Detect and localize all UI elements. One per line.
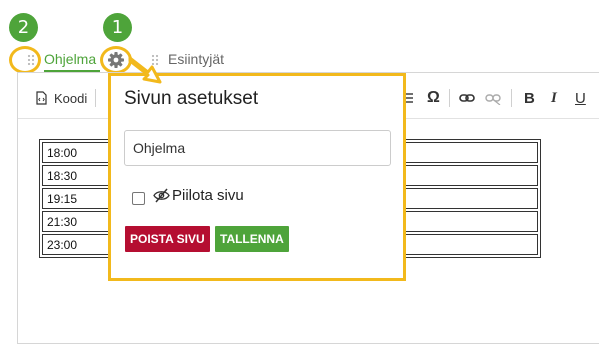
popup-title: Sivun asetukset	[124, 88, 259, 109]
unlink-icon[interactable]	[485, 92, 501, 105]
italic-button[interactable]: I	[551, 87, 557, 109]
drag-handle-icon[interactable]	[27, 54, 35, 65]
delete-page-button[interactable]: POISTA SIVU	[125, 226, 210, 252]
hide-page-checkbox[interactable]	[132, 192, 145, 205]
drag-handle-highlight	[9, 46, 41, 74]
page-settings-popup: Sivun asetukset Piilota sivu POISTA SIVU…	[108, 73, 406, 281]
code-button[interactable]: Koodi	[35, 87, 87, 109]
underline-button[interactable]: U	[575, 87, 586, 109]
code-button-label: Koodi	[54, 90, 88, 106]
tab-ohjelma[interactable]: Ohjelma	[44, 51, 96, 67]
callout-badge-1: 1	[103, 13, 132, 42]
eye-slash-icon	[153, 188, 170, 203]
time-cell[interactable]: 21:30	[42, 211, 110, 232]
save-button[interactable]: TALLENNA	[215, 226, 289, 252]
toolbar-divider	[95, 89, 96, 107]
time-cell[interactable]: 18:00	[42, 142, 110, 163]
toolbar-divider	[511, 89, 512, 107]
bold-button[interactable]: B	[524, 87, 535, 109]
tab-esiintyjat[interactable]: Esiintyjät	[168, 51, 224, 67]
pointer-arrow-icon	[128, 56, 162, 84]
time-cell[interactable]: 23:00	[42, 234, 110, 255]
link-icon[interactable]	[459, 92, 475, 104]
code-file-icon	[36, 91, 47, 105]
time-cell[interactable]: 19:15	[42, 188, 110, 209]
page-name-input[interactable]	[124, 130, 391, 166]
toolbar-divider	[449, 89, 450, 107]
callout-badge-2: 2	[9, 13, 38, 42]
omega-icon[interactable]: Ω	[427, 87, 440, 109]
time-cell[interactable]: 18:30	[42, 165, 110, 186]
hide-page-label: Piilota sivu	[172, 187, 244, 204]
gear-icon[interactable]	[106, 50, 126, 70]
